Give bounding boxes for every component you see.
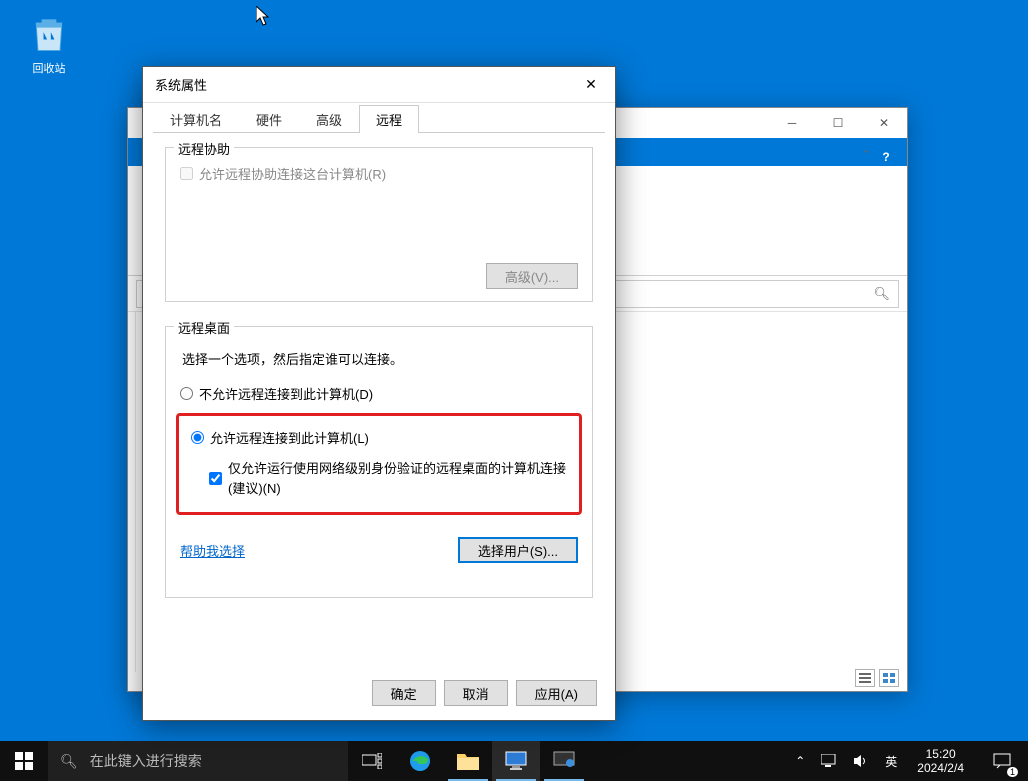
desktop-icon-label: 回收站 — [15, 60, 83, 76]
tab-advanced[interactable]: 高级 — [299, 105, 359, 133]
notification-icon — [993, 753, 1011, 769]
search-icon: 🔍︎ — [60, 753, 78, 770]
desktop-icon-recycle-bin[interactable]: 回收站 — [15, 12, 83, 76]
help-icon[interactable]: ? — [877, 148, 895, 166]
select-users-button[interactable]: 选择用户(S)... — [458, 537, 578, 563]
highlight-box: 允许远程连接到此计算机(L) 仅允许运行使用网络级别身份验证的远程桌面的计算机连… — [176, 413, 582, 515]
apply-button[interactable]: 应用(A) — [516, 680, 597, 706]
ok-button[interactable]: 确定 — [372, 680, 436, 706]
network-icon — [821, 754, 837, 768]
dialog-titlebar: 系统属性 ✕ — [143, 67, 615, 103]
taskbar-clock[interactable]: 15:20 2024/2/4 — [909, 747, 972, 776]
help-me-choose-link[interactable]: 帮助我选择 — [180, 541, 245, 560]
tab-computer-name[interactable]: 计算机名 — [153, 105, 239, 133]
cancel-button[interactable]: 取消 — [444, 680, 508, 706]
allow-remote-assistance-checkbox[interactable]: 允许远程协助连接这台计算机(R) — [180, 164, 578, 183]
ribbon-collapse-icon[interactable]: ⌃ — [862, 148, 871, 161]
volume-icon — [853, 754, 869, 768]
taskbar-app-explorer[interactable] — [444, 741, 492, 781]
remote-assistance-advanced-button[interactable]: 高级(V)... — [486, 263, 578, 289]
explorer-sidebar — [128, 312, 136, 672]
clock-date: 2024/2/4 — [917, 761, 964, 775]
group-title: 远程协助 — [174, 139, 234, 158]
minimize-button[interactable]: ─ — [769, 108, 815, 138]
tray-network-icon[interactable] — [817, 754, 841, 768]
grid-icon — [883, 673, 895, 683]
task-view-button[interactable] — [348, 741, 396, 781]
maximize-button[interactable]: ☐ — [815, 108, 861, 138]
close-button[interactable]: ✕ — [861, 108, 907, 138]
cursor-icon — [256, 6, 272, 28]
remote-desktop-desc: 选择一个选项，然后指定谁可以连接。 — [182, 349, 576, 368]
dialog-tabs: 计算机名 硬件 高级 远程 — [153, 105, 605, 133]
notification-badge: 1 — [1007, 767, 1018, 777]
view-thumbnails-button[interactable] — [879, 669, 899, 687]
taskbar-search[interactable]: 🔍︎ 在此键入进行搜索 — [48, 741, 348, 781]
computer-icon — [505, 751, 527, 771]
radio-allow-remote[interactable]: 允许远程连接到此计算机(L) — [191, 428, 567, 447]
taskbar-app-edge[interactable] — [396, 741, 444, 781]
notification-button[interactable]: 1 — [980, 741, 1024, 781]
tab-remote[interactable]: 远程 — [359, 105, 419, 133]
taskbar-app-settings[interactable] — [492, 741, 540, 781]
clock-time: 15:20 — [917, 747, 964, 761]
system-tray: ⌃ 英 15:20 2024/2/4 1 — [787, 741, 1028, 781]
view-details-button[interactable] — [855, 669, 875, 687]
task-view-icon — [362, 753, 382, 769]
search-icon: 🔍︎ — [873, 286, 890, 302]
taskbar: 🔍︎ 在此键入进行搜索 ⌃ 英 15:20 2024/2/4 1 — [0, 741, 1028, 781]
remote-assistance-group: 远程协助 允许远程协助连接这台计算机(R) 高级(V)... — [165, 147, 593, 302]
system-icon — [553, 751, 575, 771]
list-icon — [859, 673, 871, 683]
dialog-title: 系统属性 — [155, 75, 573, 94]
checkbox-nla[interactable]: 仅允许运行使用网络级别身份验证的远程桌面的计算机连接(建议)(N) — [209, 459, 567, 498]
tab-hardware[interactable]: 硬件 — [239, 105, 299, 133]
edge-icon — [409, 750, 431, 772]
folder-icon — [457, 752, 479, 770]
radio-disallow-remote[interactable]: 不允许远程连接到此计算机(D) — [180, 384, 578, 403]
tray-volume-icon[interactable] — [849, 754, 873, 768]
group-title: 远程桌面 — [174, 318, 234, 337]
taskbar-app-system[interactable] — [540, 741, 588, 781]
system-properties-dialog: 系统属性 ✕ 计算机名 硬件 高级 远程 远程协助 允许远程协助连接这台计算机(… — [142, 66, 616, 721]
search-placeholder: 在此键入进行搜索 — [90, 751, 202, 771]
start-button[interactable] — [0, 741, 48, 781]
windows-icon — [15, 752, 33, 770]
tray-ime[interactable]: 英 — [881, 753, 901, 770]
recycle-bin-icon — [27, 12, 71, 56]
dialog-close-button[interactable]: ✕ — [573, 71, 609, 99]
remote-desktop-group: 远程桌面 选择一个选项，然后指定谁可以连接。 不允许远程连接到此计算机(D) 允… — [165, 326, 593, 598]
tray-overflow-button[interactable]: ⌃ — [791, 754, 809, 768]
